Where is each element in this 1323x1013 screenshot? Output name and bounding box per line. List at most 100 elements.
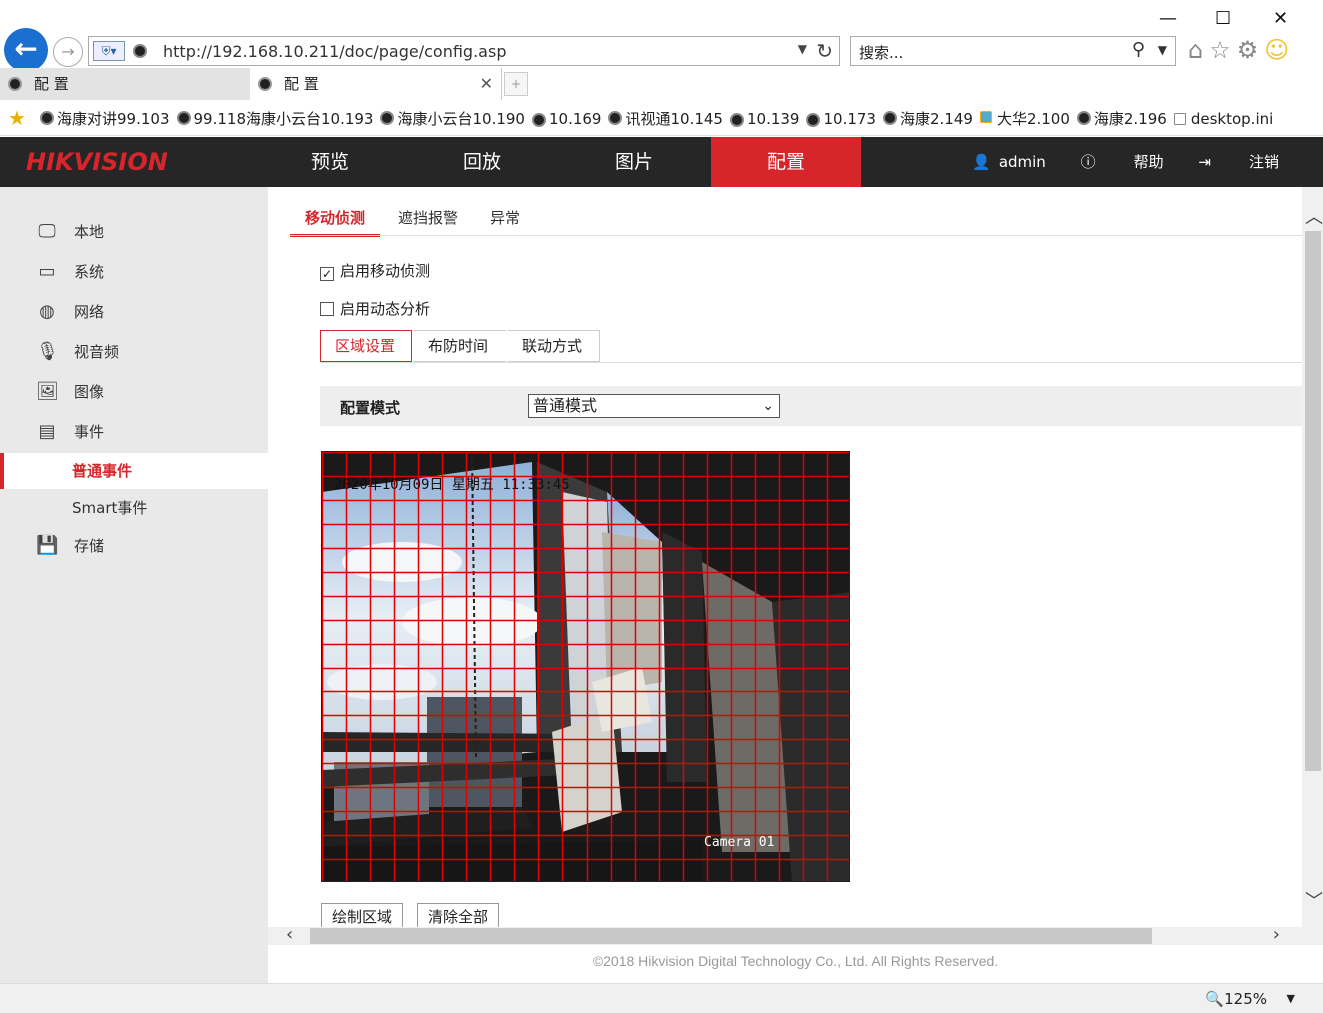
forward-button[interactable]: → [53, 37, 83, 67]
checkbox-label: 启用移动侦测 [340, 262, 431, 280]
user-name[interactable]: admin [999, 153, 1046, 171]
search-dropdown-icon[interactable]: ▼ [1158, 43, 1167, 57]
sidebar-subitem-normal-event[interactable]: 普通事件 [0, 453, 268, 489]
address-bar[interactable]: ⛨▾ http://192.168.10.211/doc/page/config… [88, 36, 840, 66]
tab-close-icon[interactable]: ✕ [480, 68, 493, 100]
tab-motion-detection[interactable]: 移动侦测 [290, 207, 380, 237]
scroll-down-icon[interactable]: ﹀ [1305, 887, 1323, 913]
zoom-value: 125% [1224, 990, 1267, 1008]
config-mode-value: 普通模式 [533, 396, 598, 415]
search-input[interactable]: 搜索... [859, 42, 903, 63]
favorite-link[interactable]: 海康2.149 [882, 108, 973, 129]
tab-tamper-alarm[interactable]: 遮挡报警 [398, 207, 458, 237]
clear-all-button[interactable]: 清除全部 [417, 903, 500, 927]
favorite-link[interactable]: 海康小云台10.190 [380, 108, 525, 129]
copyright-footer: ©2018 Hikvision Digital Technology Co., … [268, 945, 1323, 983]
close-window-icon[interactable]: ✕ [1273, 8, 1288, 29]
help-link[interactable]: ⓘ 帮助 [1081, 153, 1164, 171]
tab-config-1[interactable]: 配 置 [0, 68, 250, 100]
address-url[interactable]: http://192.168.10.211/doc/page/config.as… [163, 42, 506, 61]
enable-dynamic-checkbox[interactable]: 启用动态分析 [320, 298, 430, 319]
vertical-scrollbar[interactable]: ︿ ﹀ [1302, 187, 1323, 945]
tab-exception[interactable]: 异常 [490, 207, 520, 237]
draw-area-button[interactable]: 绘制区域 [321, 903, 404, 927]
nav-preview[interactable]: 预览 [255, 137, 405, 187]
tab-favicon-icon [8, 77, 22, 91]
sidebar-item-audio-video[interactable]: 🎙 视音频 [0, 333, 268, 371]
favorite-link[interactable]: 10.173 [806, 110, 876, 128]
nav-playback[interactable]: 回放 [407, 137, 557, 187]
search-icon[interactable]: ⚲ [1132, 39, 1145, 60]
checkbox-checked-icon[interactable]: ✓ [320, 267, 334, 281]
sidebar-item-local[interactable]: 🖵 本地 [0, 213, 268, 251]
scroll-right-icon[interactable]: › [1273, 924, 1280, 945]
back-button[interactable]: ← [4, 28, 48, 72]
sidebar-item-label: 本地 [74, 223, 105, 241]
scroll-up-icon[interactable]: ︿ [1305, 203, 1323, 229]
vertical-scroll-thumb[interactable] [1305, 231, 1321, 771]
favorite-link[interactable]: 99.118海康小云台10.193 [176, 108, 373, 129]
smiley-feedback-icon[interactable]: ☺ [1264, 36, 1295, 64]
zoom-level[interactable]: 🔍125% [1205, 990, 1267, 1008]
user-bar: 👤 admin ⓘ 帮助 ⇥ 注销 [972, 137, 1279, 187]
tab-favicon-icon [258, 77, 272, 91]
hikvision-logo: HIKVISION [26, 148, 168, 176]
sidebar-item-label: 图像 [74, 383, 105, 401]
sidebar-item-system[interactable]: ▭ 系统 [0, 253, 268, 291]
maximize-icon[interactable]: ☐ [1215, 8, 1231, 29]
tab-label: 配 置 [34, 75, 69, 93]
step-arming-schedule[interactable]: 布防时间 [414, 330, 506, 362]
horizontal-scrollbar[interactable]: ‹ › [268, 924, 1302, 945]
search-box[interactable]: 搜索... ⚲ ▼ [850, 36, 1176, 66]
checkbox-unchecked-icon[interactable] [320, 302, 334, 316]
app-header: HIKVISION 预览 回放 图片 配置 👤 admin ⓘ 帮助 ⇥ 注销 [0, 137, 1323, 187]
favorite-link[interactable]: 大华2.100 [979, 108, 1070, 129]
sidebar-subitem-label: 普通事件 [72, 462, 133, 480]
minimize-icon[interactable]: — [1159, 8, 1177, 29]
checkbox-label: 启用动态分析 [340, 300, 431, 318]
site-favicon-icon [133, 44, 147, 58]
refresh-icon[interactable]: ↻ [816, 39, 833, 63]
favorites-star-icon[interactable]: ☆ [1209, 36, 1237, 64]
settings-gear-icon[interactable]: ⚙ [1237, 36, 1265, 64]
browser-navbar: ← → ⛨▾ http://192.168.10.211/doc/page/co… [0, 28, 1323, 72]
zoom-dropdown-icon[interactable]: ▼ [1287, 992, 1295, 1005]
security-shield-icon[interactable]: ⛨▾ [93, 41, 125, 61]
favorite-link[interactable]: 讯视通10.145 [608, 108, 723, 129]
nav-picture[interactable]: 图片 [559, 137, 709, 187]
horizontal-scroll-thumb[interactable] [310, 928, 1152, 944]
steps-divider [320, 362, 1302, 363]
sidebar-item-event[interactable]: ▤ 事件 [0, 413, 268, 451]
sidebar-item-storage[interactable]: 💾 存储 [0, 527, 268, 565]
video-preview[interactable]: 2020年10月09日 星期五 11:33:45 Camera 01 [321, 451, 850, 882]
logout-link[interactable]: ⇥ 注销 [1198, 153, 1279, 171]
sidebar-item-label: 网络 [74, 303, 105, 321]
address-dropdown-icon[interactable]: ▼ [798, 42, 807, 56]
image-icon: 🖼 [36, 381, 59, 402]
step-linkage[interactable]: 联动方式 [508, 330, 600, 362]
favorite-link[interactable]: 10.169 [531, 110, 601, 128]
favorite-link[interactable]: 海康2.196 [1076, 108, 1167, 129]
favorite-link[interactable]: desktop.ini [1173, 110, 1273, 128]
nav-config[interactable]: 配置 [711, 137, 861, 187]
tab-label: 配 置 [284, 75, 319, 93]
favorite-link[interactable]: 10.139 [729, 110, 799, 128]
audio-video-icon: 🎙 [36, 341, 59, 362]
logout-icon: ⇥ [1198, 153, 1211, 171]
monitor-icon: 🖵 [38, 221, 56, 242]
config-mode-select[interactable]: 普通模式 ⌄ [528, 394, 780, 418]
new-tab-button[interactable]: + [504, 72, 528, 96]
tab-config-2[interactable]: 配 置 ✕ [250, 68, 502, 100]
home-icon[interactable]: ⌂ [1188, 36, 1209, 64]
sidebar-item-network[interactable]: ◍ 网络 [0, 293, 268, 331]
sidebar-item-image[interactable]: 🖼 图像 [0, 373, 268, 411]
user-icon: 👤 [972, 153, 991, 171]
enable-motion-checkbox[interactable]: ✓ 启用移动侦测 [320, 260, 430, 281]
sidebar-subitem-smart-event[interactable]: Smart事件 [0, 490, 268, 526]
config-mode-label: 配置模式 [340, 399, 401, 417]
scroll-left-icon[interactable]: ‹ [286, 924, 293, 945]
favorites-list: 海康对讲99.103 99.118海康小云台10.193 海康小云台10.190 10… [40, 108, 1280, 129]
step-area-settings[interactable]: 区域设置 [320, 330, 412, 362]
add-favorite-star-icon[interactable]: ★ [8, 106, 26, 130]
favorite-link[interactable]: 海康对讲99.103 [40, 108, 170, 129]
